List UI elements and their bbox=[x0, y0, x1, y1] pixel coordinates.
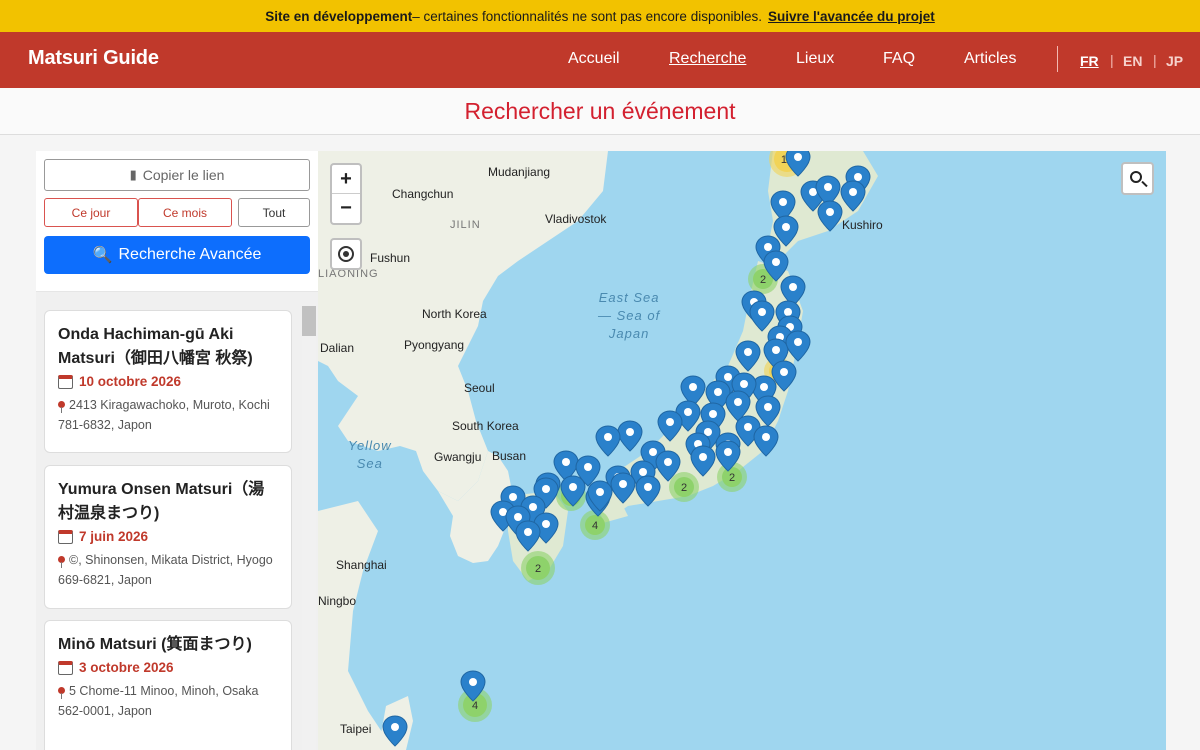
map-label-taipei: Taipei bbox=[340, 722, 372, 736]
event-list[interactable]: Onda Hachiman-gū Aki Matsuri（御田八幡宮 秋祭) 1… bbox=[36, 291, 318, 750]
lang-separator: | bbox=[1110, 52, 1114, 68]
nav-link-recherche[interactable]: Recherche bbox=[669, 50, 746, 68]
cluster-count: 2 bbox=[681, 482, 687, 494]
title-bar: Rechercher un événement bbox=[0, 88, 1200, 135]
map-marker bbox=[617, 420, 643, 452]
map-label-shanghai: Shanghai bbox=[336, 558, 387, 572]
location-pin-icon bbox=[58, 687, 65, 699]
map-label-seoul: Seoul bbox=[464, 381, 495, 395]
calendar-icon bbox=[58, 660, 73, 675]
search-panel: ▮ Copier le lien Ce jour Ce mois Tout 🔍 … bbox=[36, 151, 318, 750]
event-date: 10 octobre 2026 bbox=[79, 374, 182, 389]
location-pin-icon bbox=[58, 401, 65, 413]
event-address: 5 Chome-11 Minoo, Minoh, Osaka 562-0001,… bbox=[58, 684, 259, 718]
event-date-row: 7 juin 2026 bbox=[58, 529, 279, 544]
cluster-count: 2 bbox=[729, 472, 735, 484]
sea-label-east-sea: East Sea — Sea of Japan bbox=[598, 290, 661, 341]
filter-month-button[interactable]: Ce mois bbox=[138, 198, 232, 227]
lang-jp[interactable]: JP bbox=[1166, 53, 1183, 69]
list-scrollbar[interactable] bbox=[302, 306, 316, 750]
map-label-pyongyang: Pyongyang bbox=[404, 338, 465, 352]
map-label-mudanjiang: Mudanjiang bbox=[488, 165, 551, 179]
map-label-changchun: Changchun bbox=[392, 187, 454, 201]
event-address-row: 2413 Kiragawachoko, Muroto, Kochi 781-68… bbox=[58, 395, 279, 435]
list-scrollbar-thumb[interactable] bbox=[302, 306, 316, 336]
event-card[interactable]: Minō Matsuri (箕面まつり) 3 octobre 2026 5 Ch… bbox=[44, 620, 292, 750]
zoom-in-button[interactable]: + bbox=[332, 165, 360, 194]
event-address: 2413 Kiragawachoko, Muroto, Kochi 781-68… bbox=[58, 398, 270, 432]
nav-link-faq[interactable]: FAQ bbox=[883, 50, 915, 68]
event-date: 3 octobre 2026 bbox=[79, 660, 174, 675]
map-label-kushiro: Kushiro bbox=[842, 218, 883, 232]
event-address-row: ©, Shinonsen, Mikata District, Hyogo 669… bbox=[58, 550, 279, 590]
map-label-south-korea: South Korea bbox=[452, 419, 519, 433]
navbar: Matsuri Guide Accueil Recherche Lieux FA… bbox=[0, 32, 1200, 88]
nav-divider bbox=[1057, 46, 1058, 72]
event-name[interactable]: Onda Hachiman-gū Aki Matsuri（御田八幡宮 秋祭) bbox=[58, 323, 279, 371]
copy-link-button[interactable]: ▮ Copier le lien bbox=[44, 159, 310, 191]
lang-en[interactable]: EN bbox=[1123, 53, 1142, 69]
event-name[interactable]: Minō Matsuri (箕面まつり) bbox=[58, 633, 279, 657]
event-date-row: 10 octobre 2026 bbox=[58, 374, 279, 389]
copy-link-label: Copier le lien bbox=[142, 167, 225, 183]
map-label-gwangju: Gwangju bbox=[434, 450, 482, 464]
lang-fr[interactable]: FR bbox=[1080, 53, 1099, 69]
dev-banner: Site en développement – certaines foncti… bbox=[0, 0, 1200, 32]
nav-link-lieux[interactable]: Lieux bbox=[796, 50, 834, 68]
cluster-count: 2 bbox=[535, 563, 541, 575]
event-date-row: 3 octobre 2026 bbox=[58, 660, 279, 675]
filter-all-button[interactable]: Tout bbox=[238, 198, 310, 227]
sea-label-yellow-sea: Yellow Sea bbox=[348, 438, 392, 471]
project-progress-link[interactable]: Suivre l'avancée du projet bbox=[768, 9, 935, 24]
event-name[interactable]: Yumura Onsen Matsuri（湯村温泉まつり) bbox=[58, 478, 279, 526]
advanced-search-button[interactable]: 🔍 Recherche Avancée bbox=[44, 236, 310, 274]
map-label-ningbo: Ningbo bbox=[318, 594, 357, 608]
banner-strong: Site en développement bbox=[265, 8, 413, 24]
crosshair-icon bbox=[338, 246, 354, 262]
event-card[interactable]: Yumura Onsen Matsuri（湯村温泉まつり) 7 juin 202… bbox=[44, 465, 292, 609]
map-label-north-korea: North Korea bbox=[422, 307, 487, 321]
brand-logo[interactable]: Matsuri Guide bbox=[28, 47, 159, 70]
map-label-jilin: JILIN bbox=[450, 219, 481, 231]
calendar-icon bbox=[58, 374, 73, 389]
event-address-row: 5 Chome-11 Minoo, Minoh, Osaka 562-0001,… bbox=[58, 681, 279, 721]
advanced-search-label: Recherche Avancée bbox=[118, 246, 262, 263]
banner-text: – certaines fonctionnalités ne sont pas … bbox=[412, 8, 762, 24]
map-marker bbox=[595, 425, 621, 457]
map-label-vladivostok: Vladivostok bbox=[545, 212, 607, 226]
cluster-count: 4 bbox=[592, 520, 598, 532]
event-map[interactable]: 17 2 2 2 2 4 2 4 Mudanjiang Changchun JI… bbox=[318, 151, 1166, 750]
event-address: ©, Shinonsen, Mikata District, Hyogo 669… bbox=[58, 553, 273, 587]
search-icon bbox=[1129, 170, 1142, 183]
zoom-control: + − bbox=[330, 163, 362, 225]
filter-today-button[interactable]: Ce jour bbox=[44, 198, 138, 227]
cluster-count: 2 bbox=[760, 274, 766, 286]
map-label-dalian: Dalian bbox=[320, 341, 355, 355]
location-pin-icon bbox=[58, 556, 65, 568]
map-label-fushun: Fushun bbox=[370, 251, 411, 265]
calendar-icon bbox=[58, 529, 73, 544]
cluster-count: 4 bbox=[472, 700, 478, 712]
zoom-out-button[interactable]: − bbox=[332, 194, 360, 223]
locate-button[interactable] bbox=[330, 238, 362, 270]
lang-separator: | bbox=[1153, 52, 1157, 68]
map-label-busan: Busan bbox=[492, 449, 527, 463]
event-date: 7 juin 2026 bbox=[79, 529, 149, 544]
magnifier-icon: 🔍 bbox=[92, 247, 113, 264]
event-card[interactable]: Onda Hachiman-gū Aki Matsuri（御田八幡宮 秋祭) 1… bbox=[44, 310, 292, 453]
nav-link-articles[interactable]: Articles bbox=[964, 50, 1016, 68]
map-search-button[interactable] bbox=[1121, 162, 1154, 195]
nav-link-accueil[interactable]: Accueil bbox=[568, 50, 620, 68]
page-title: Rechercher un événement bbox=[464, 98, 736, 124]
clipboard-icon: ▮ bbox=[129, 167, 137, 182]
